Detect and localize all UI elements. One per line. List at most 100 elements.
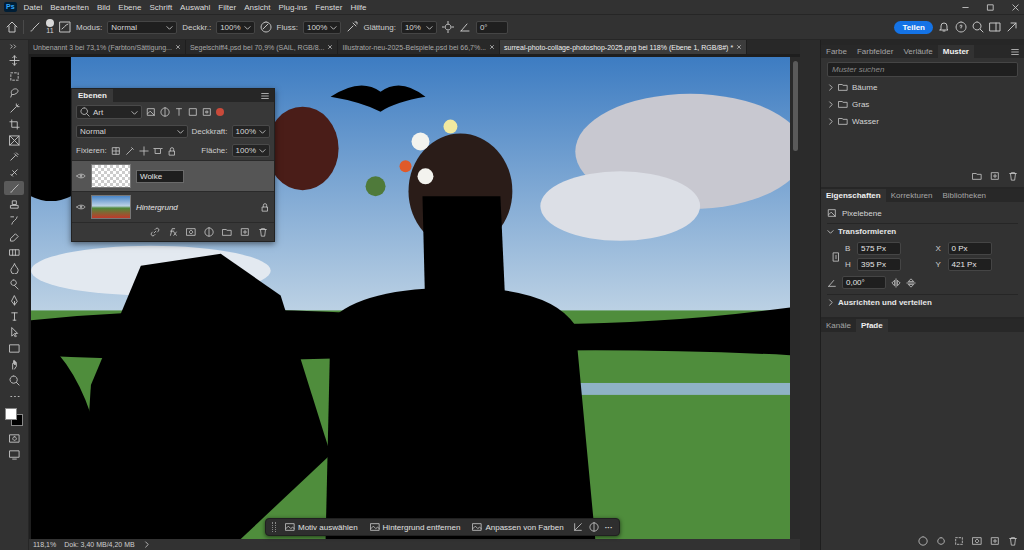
tool-button[interactable]: [4, 325, 24, 339]
lock-position-icon[interactable]: [139, 146, 149, 156]
foreground-color-swatch[interactable]: [5, 408, 17, 420]
menu-item[interactable]: Bearbeiten: [49, 3, 90, 12]
tool-button[interactable]: [4, 197, 24, 211]
gear-icon[interactable]: [442, 21, 454, 33]
brush-tool-icon[interactable]: [29, 21, 41, 33]
visibility-eye-icon[interactable]: [76, 202, 86, 212]
tool-button[interactable]: [4, 149, 24, 163]
panel-menu-icon[interactable]: [1010, 47, 1020, 57]
layer-row[interactable]: Wolke: [72, 161, 274, 192]
expand-chevron-icon[interactable]: [827, 228, 834, 235]
tool-button[interactable]: [4, 293, 24, 307]
menu-item[interactable]: Schrift: [148, 3, 173, 12]
panel-tab[interactable]: Bibliotheken: [937, 189, 991, 202]
panel-tab[interactable]: Eigenschaften: [821, 189, 886, 202]
angle-field[interactable]: 0°: [476, 21, 508, 34]
layer-style-icon[interactable]: [168, 227, 178, 237]
document-tab[interactable]: Unbenannt 3 bei 73,1% (Farbton/Sättigung…: [29, 40, 186, 54]
screen-mode-button[interactable]: [4, 447, 24, 461]
menu-item[interactable]: Fenster: [314, 3, 343, 12]
layer-row[interactable]: Hintergrund: [72, 192, 274, 223]
share-arrow-icon[interactable]: [1006, 21, 1018, 33]
opacity-field[interactable]: 100%: [232, 125, 270, 138]
rotation-value[interactable]: 0,00°: [842, 276, 886, 289]
tool-button[interactable]: [4, 117, 24, 131]
panel-tab[interactable]: Farbe: [821, 45, 852, 58]
drag-handle[interactable]: [272, 522, 276, 532]
task-button[interactable]: Anpassen von Farben: [469, 521, 566, 533]
panel-tab[interactable]: Farbfelder: [852, 45, 898, 58]
color-swatches[interactable]: [5, 408, 23, 426]
close-icon[interactable]: [1011, 3, 1020, 12]
lock-all-icon[interactable]: [167, 146, 177, 156]
adjustment-filter-icon[interactable]: [160, 107, 170, 117]
layers-panel-header[interactable]: Ebenen: [72, 89, 274, 102]
transform-section-header[interactable]: Transformieren: [827, 223, 1018, 239]
tool-button[interactable]: [4, 133, 24, 147]
new-pattern-icon[interactable]: [990, 171, 1000, 181]
link-dimensions-icon[interactable]: [831, 249, 841, 265]
selection-icon[interactable]: [954, 536, 964, 546]
search-icon[interactable]: [972, 21, 984, 33]
trash-icon[interactable]: [1008, 536, 1018, 546]
close-tab-icon[interactable]: [489, 44, 495, 50]
quick-mask-button[interactable]: [4, 431, 24, 445]
document-tab[interactable]: Segelschiff4.psd bei 70,9% (SAIL, RGB/8.…: [186, 40, 339, 54]
new-group-icon[interactable]: [972, 171, 982, 181]
layer-name[interactable]: Hintergrund: [136, 203, 178, 212]
mode-select[interactable]: Normal: [107, 21, 177, 34]
workspace-icon[interactable]: [989, 21, 1001, 33]
pressure-opacity-icon[interactable]: [260, 21, 272, 33]
menu-item[interactable]: Bild: [96, 3, 111, 12]
transform-icon[interactable]: [573, 522, 583, 532]
zoom-level[interactable]: 118,1%: [33, 541, 56, 548]
blend-mode-select[interactable]: Normal: [76, 125, 188, 138]
stroke-path-icon[interactable]: [936, 536, 946, 546]
lock-pixels-icon[interactable]: [125, 146, 135, 156]
layer-name-input[interactable]: Wolke: [136, 170, 184, 183]
task-button[interactable]: Motiv auswählen: [282, 521, 361, 533]
tool-button[interactable]: [4, 389, 24, 403]
panel-tab[interactable]: Korrekturen: [886, 189, 938, 202]
layers-panel-tab[interactable]: Ebenen: [72, 89, 113, 102]
new-layer-icon[interactable]: [240, 227, 250, 237]
minimize-icon[interactable]: [961, 3, 970, 12]
pattern-group[interactable]: Wasser: [827, 114, 1018, 128]
help-icon[interactable]: [955, 21, 967, 33]
close-tab-icon[interactable]: [175, 44, 181, 50]
panel-tab[interactable]: Pfade: [856, 319, 888, 332]
filter-toggle[interactable]: [216, 108, 224, 116]
fill-field[interactable]: 100%: [232, 144, 270, 157]
document-tab[interactable]: surreal-photo-collage-photoshop-2025.png…: [500, 40, 747, 54]
lock-artboard-icon[interactable]: [153, 146, 163, 156]
menu-item[interactable]: Ebene: [117, 3, 142, 12]
flip-horizontal-icon[interactable]: [891, 278, 901, 288]
type-filter-icon[interactable]: [174, 107, 184, 117]
layer-mask-icon[interactable]: [186, 227, 196, 237]
tool-button[interactable]: [4, 277, 24, 291]
field-value[interactable]: 395 Px: [857, 258, 901, 271]
contextual-task-bar[interactable]: Motiv auswählenHintergrund entfernenAnpa…: [265, 518, 620, 536]
bell-icon[interactable]: [938, 21, 950, 33]
trash-icon[interactable]: [258, 227, 268, 237]
brush-preset-picker[interactable]: 11: [46, 19, 54, 35]
panel-tab[interactable]: Muster: [938, 45, 974, 58]
tool-button[interactable]: [4, 53, 24, 67]
tool-button[interactable]: [4, 69, 24, 83]
panel-tab[interactable]: Verläufe: [898, 45, 937, 58]
tool-button[interactable]: [4, 373, 24, 387]
more-options-button[interactable]: ···: [605, 523, 613, 532]
home-icon[interactable]: [6, 21, 18, 33]
menu-item[interactable]: Datei: [23, 3, 44, 12]
chevron-right-icon[interactable]: [143, 541, 150, 548]
tool-button[interactable]: [4, 181, 24, 195]
menu-item[interactable]: Ansicht: [243, 3, 271, 12]
field-value[interactable]: 0 Px: [948, 242, 992, 255]
tool-button[interactable]: [4, 165, 24, 179]
brush-settings-icon[interactable]: [59, 21, 71, 33]
mask-icon[interactable]: [972, 536, 982, 546]
trash-icon[interactable]: [1008, 171, 1018, 181]
tool-button[interactable]: [4, 229, 24, 243]
flip-vertical-icon[interactable]: [906, 278, 916, 288]
airbrush-icon[interactable]: [346, 21, 358, 33]
